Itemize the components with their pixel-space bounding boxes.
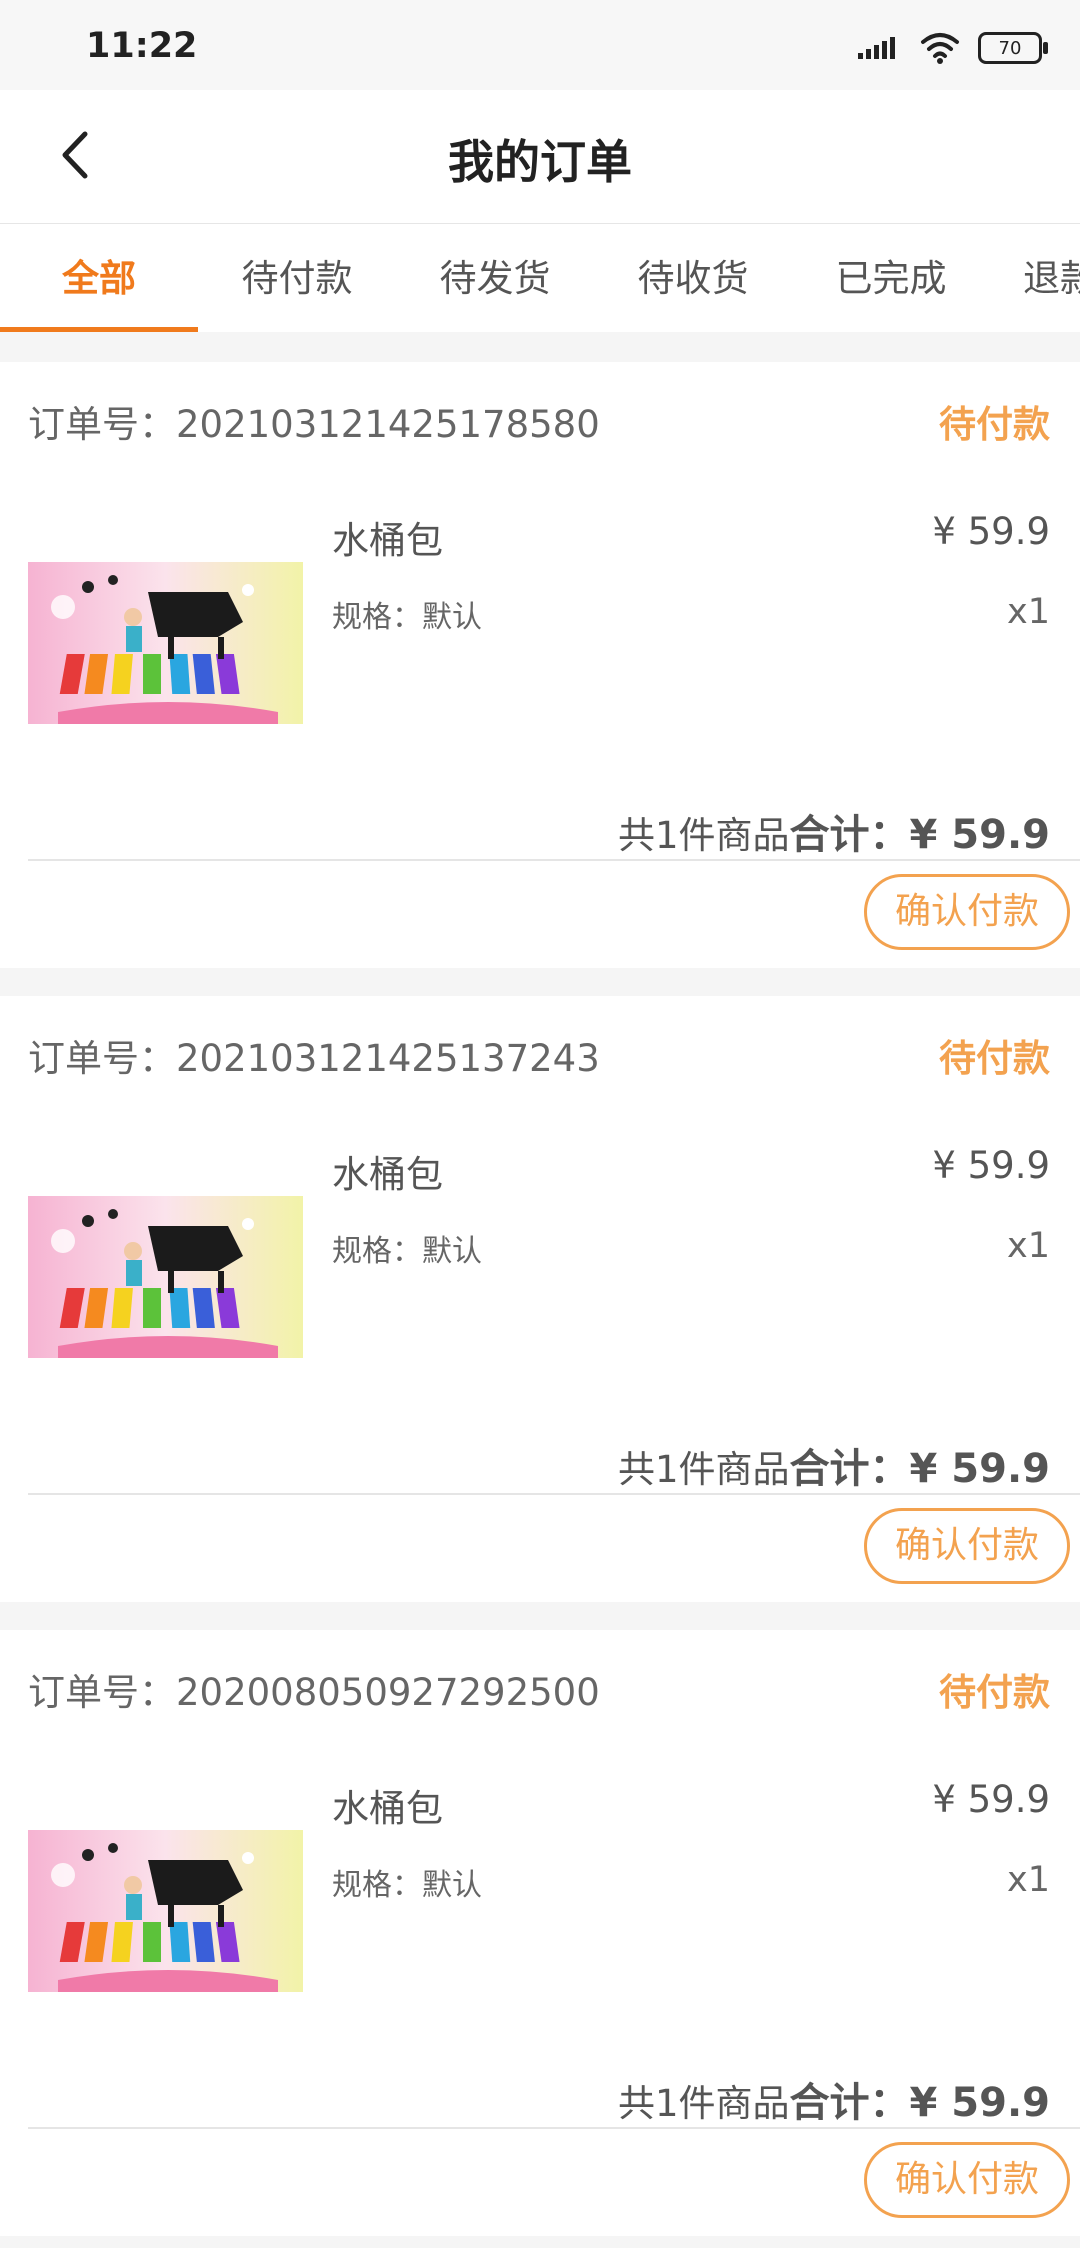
header: 我的订单 [0,90,1080,225]
status-time: 11:22 [86,26,198,66]
status-bar: 11:22 70 [0,0,1080,90]
tab-all[interactable]: 全部 [0,224,198,332]
order-number-label: 订单号： [28,1037,176,1080]
order-card[interactable]: 订单号：202103121425178580 待付款 水桶包 规格：默认 ¥ 5… [0,362,1080,968]
tab-completed[interactable]: 已完成 [792,224,990,332]
order-number: 订单号：202008050927292500 [28,1662,600,1716]
tab-bar: 全部 待付款 待发货 待收货 已完成 退款 [0,224,1080,332]
order-status: 待付款 [939,1037,1050,1080]
product-image[interactable] [28,1196,303,1358]
product-quantity: x1 [1007,1226,1050,1266]
order-number-label: 订单号： [28,1671,176,1714]
tab-pending-receipt[interactable]: 待收货 [594,224,792,332]
confirm-payment-button[interactable]: 确认付款 [864,874,1070,950]
tab-pending-payment[interactable]: 待付款 [198,224,396,332]
item-count: 共1件商品 [618,1448,790,1491]
piano-illustration-icon [28,1196,303,1358]
product-name: 水桶包 [332,1153,443,1196]
product-image[interactable] [28,562,303,724]
order-number: 订单号：202103121425137243 [28,1028,600,1082]
tab-label: 待付款 [241,257,353,300]
order-summary: 共1件商品 合计： ¥ 59.9 [618,1436,1050,1494]
divider [28,1493,1080,1495]
product-price: ¥ 59.9 [932,510,1050,553]
product-spec: 规格：默认 [332,1868,482,1903]
order-number: 订单号：202103121425178580 [28,394,600,448]
divider [28,859,1080,861]
order-number-value: 202103121425137243 [176,1037,600,1080]
status-icons: 70 [858,28,1048,68]
order-number-label: 订单号： [28,403,176,446]
page-title: 我的订单 [448,135,632,189]
tab-label: 已完成 [835,257,947,300]
product-quantity: x1 [1007,592,1050,632]
tab-underline [0,327,198,332]
tab-label: 全部 [62,257,136,300]
item-count: 共1件商品 [618,814,790,857]
order-number-value: 202103121425178580 [176,403,600,446]
tab-label: 退款 [1023,257,1080,300]
order-card[interactable]: 订单号：202103121425137243 待付款 水桶包 规格：默认 ¥ 5… [0,996,1080,1602]
tab-refund[interactable]: 退款 [990,224,1080,332]
battery-level: 70 [998,37,1022,59]
piano-illustration-icon [28,1830,303,1992]
product-quantity: x1 [1007,1860,1050,1900]
divider [28,2127,1080,2129]
order-card[interactable]: 订单号：202008050927292500 待付款 水桶包 规格：默认 ¥ 5… [0,1630,1080,2236]
total-label: 合计： [789,812,910,858]
tab-pending-shipment[interactable]: 待发货 [396,224,594,332]
product-price: ¥ 59.9 [932,1778,1050,1821]
order-summary: 共1件商品 合计： ¥ 59.9 [618,802,1050,860]
order-number-value: 202008050927292500 [176,1671,600,1714]
product-name: 水桶包 [332,1787,443,1830]
piano-illustration-icon [28,562,303,724]
confirm-payment-button[interactable]: 确认付款 [864,1508,1070,1584]
signal-icon [858,37,895,59]
product-price: ¥ 59.9 [932,1144,1050,1187]
product-spec: 规格：默认 [332,1234,482,1269]
total-value: ¥ 59.9 [909,812,1050,858]
total-value: ¥ 59.9 [909,2080,1050,2126]
wifi-icon [921,33,959,64]
product-spec: 规格：默认 [332,600,482,635]
product-name: 水桶包 [332,519,443,562]
order-summary: 共1件商品 合计： ¥ 59.9 [618,2070,1050,2128]
total-label: 合计： [789,2080,910,2126]
order-status: 待付款 [939,403,1050,446]
tab-label: 待发货 [439,257,551,300]
tab-label: 待收货 [637,257,749,300]
confirm-payment-button[interactable]: 确认付款 [864,2142,1070,2218]
total-value: ¥ 59.9 [909,1446,1050,1492]
item-count: 共1件商品 [618,2082,790,2125]
battery-icon: 70 [978,32,1048,64]
total-label: 合计： [789,1446,910,1492]
order-status: 待付款 [939,1671,1050,1714]
product-image[interactable] [28,1830,303,1992]
